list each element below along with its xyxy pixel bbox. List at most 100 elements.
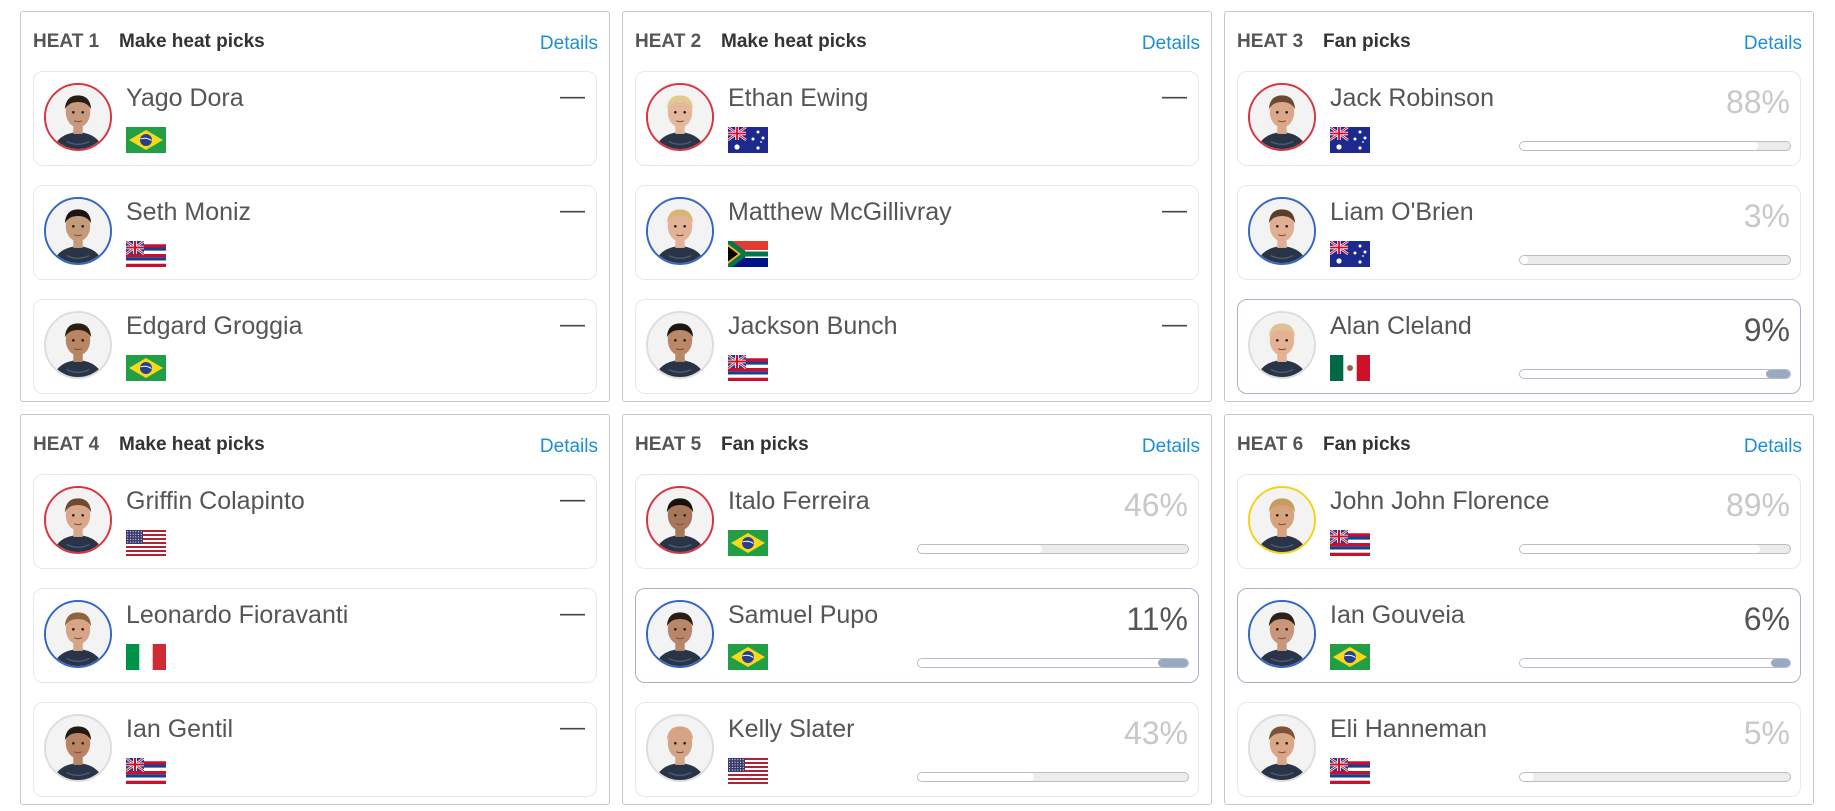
athlete-avatar <box>44 83 112 151</box>
athlete-avatar <box>44 714 112 782</box>
athlete-name: Matthew McGillivray <box>728 198 952 226</box>
hi-flag-icon <box>1330 530 1370 556</box>
athlete-row[interactable]: Samuel Pupo 11% <box>635 588 1199 683</box>
pick-percentage: 89% <box>1725 487 1790 523</box>
athlete-avatar <box>1248 600 1316 668</box>
us-flag-icon <box>728 758 768 784</box>
athlete-avatar <box>646 714 714 782</box>
pick-progress-bar <box>1519 369 1791 379</box>
headshot-image <box>648 85 712 149</box>
no-pick-indicator: — <box>560 713 585 741</box>
athlete-row[interactable]: Jackson Bunch — <box>635 299 1199 394</box>
au-flag-icon <box>728 127 768 153</box>
it-flag-icon <box>126 644 166 670</box>
make-heat-picks-link[interactable]: Make heat picks <box>119 31 265 53</box>
pick-percentage: 46% <box>1123 487 1188 523</box>
athlete-name: John John Florence <box>1330 487 1550 515</box>
pick-progress-bar <box>1519 141 1791 151</box>
pick-progress-bar <box>1519 658 1791 668</box>
heat-card: HEAT 1 Make heat picks Details Yago Dora — Se… <box>20 11 610 402</box>
athlete-row[interactable]: Matthew McGillivray — <box>635 185 1199 280</box>
athlete-row[interactable]: Ian Gouveia 6% <box>1237 588 1801 683</box>
athlete-row[interactable]: Ethan Ewing — <box>635 71 1199 166</box>
athlete-row[interactable]: Seth Moniz — <box>33 185 597 280</box>
athlete-avatar <box>646 600 714 668</box>
no-pick-indicator: — <box>1162 196 1187 224</box>
athlete-name: Kelly Slater <box>728 715 855 743</box>
athlete-avatar <box>1248 311 1316 379</box>
pick-percentage: 11% <box>1126 601 1188 637</box>
heat-header: HEAT 1 Make heat picks Details <box>33 12 598 71</box>
br-flag-icon <box>1330 644 1370 670</box>
hi-flag-icon <box>728 355 768 381</box>
athlete-name: Griffin Colapinto <box>126 487 305 515</box>
heat-number: HEAT 4 <box>33 434 100 455</box>
pick-progress-fill <box>1520 773 1534 781</box>
details-link[interactable]: Details <box>1744 436 1802 458</box>
details-link[interactable]: Details <box>1744 33 1802 55</box>
headshot-image <box>46 716 110 780</box>
athlete-avatar <box>1248 83 1316 151</box>
no-pick-indicator: — <box>560 485 585 513</box>
athlete-avatar <box>44 486 112 554</box>
pick-progress-bar <box>917 658 1189 668</box>
au-flag-icon <box>1330 127 1370 153</box>
pick-percentage: 88% <box>1725 84 1790 120</box>
athlete-row[interactable]: Jack Robinson 88% <box>1237 71 1801 166</box>
headshot-image <box>46 85 110 149</box>
athlete-row[interactable]: Griffin Colapinto — <box>33 474 597 569</box>
headshot-image <box>648 488 712 552</box>
athlete-row[interactable]: John John Florence 89% <box>1237 474 1801 569</box>
no-pick-indicator: — <box>560 82 585 110</box>
headshot-image <box>648 716 712 780</box>
athlete-row[interactable]: Liam O'Brien 3% <box>1237 185 1801 280</box>
no-pick-indicator: — <box>1162 82 1187 110</box>
athlete-row[interactable]: Ian Gentil — <box>33 702 597 797</box>
athlete-row[interactable]: Italo Ferreira 46% <box>635 474 1199 569</box>
heat-card: HEAT 2 Make heat picks Details Ethan Ewing —… <box>622 11 1212 402</box>
details-link[interactable]: Details <box>540 436 598 458</box>
headshot-image <box>648 313 712 377</box>
athlete-avatar <box>1248 714 1316 782</box>
details-link[interactable]: Details <box>1142 436 1200 458</box>
headshot-image <box>1250 488 1314 552</box>
athlete-row[interactable]: Leonardo Fioravanti — <box>33 588 597 683</box>
za-flag-icon <box>728 241 768 267</box>
athlete-row[interactable]: Eli Hanneman 5% <box>1237 702 1801 797</box>
no-pick-indicator: — <box>560 310 585 338</box>
athlete-row[interactable]: Edgard Groggia — <box>33 299 597 394</box>
heat-header: HEAT 3 Fan picks Details <box>1237 12 1802 71</box>
athlete-row[interactable]: Yago Dora — <box>33 71 597 166</box>
headshot-image <box>648 602 712 666</box>
headshot-image <box>46 602 110 666</box>
athlete-avatar <box>44 311 112 379</box>
athlete-row[interactable]: Alan Cleland 9% <box>1237 299 1801 394</box>
athlete-name: Seth Moniz <box>126 198 252 226</box>
make-heat-picks-link[interactable]: Make heat picks <box>721 31 867 53</box>
heat-number: HEAT 6 <box>1237 434 1304 455</box>
athlete-avatar <box>646 486 714 554</box>
athlete-avatar <box>1248 197 1316 265</box>
details-link[interactable]: Details <box>1142 33 1200 55</box>
pick-progress-bar <box>917 544 1189 554</box>
heat-card: HEAT 3 Fan picks Details Jack Robinson 88% Li… <box>1224 11 1814 402</box>
details-link[interactable]: Details <box>540 33 598 55</box>
athlete-avatar <box>646 311 714 379</box>
athlete-name: Alan Cleland <box>1330 312 1472 340</box>
pick-progress-bar <box>1519 544 1791 554</box>
athlete-name: Ethan Ewing <box>728 84 869 112</box>
athlete-avatar <box>44 197 112 265</box>
athlete-name: Ian Gentil <box>126 715 234 743</box>
athlete-name: Italo Ferreira <box>728 487 870 515</box>
athlete-row[interactable]: Kelly Slater 43% <box>635 702 1199 797</box>
athlete-name: Jack Robinson <box>1330 84 1494 112</box>
headshot-image <box>46 488 110 552</box>
athlete-avatar <box>646 83 714 151</box>
fan-picks-label: Fan picks <box>721 434 809 455</box>
heat-header: HEAT 2 Make heat picks Details <box>635 12 1200 71</box>
heat-card: HEAT 4 Make heat picks Details Griffin Cola… <box>20 414 610 805</box>
pick-progress-fill <box>918 545 1043 553</box>
heat-number: HEAT 5 <box>635 434 702 455</box>
pick-percentage: 43% <box>1123 715 1188 751</box>
make-heat-picks-link[interactable]: Make heat picks <box>119 434 265 456</box>
